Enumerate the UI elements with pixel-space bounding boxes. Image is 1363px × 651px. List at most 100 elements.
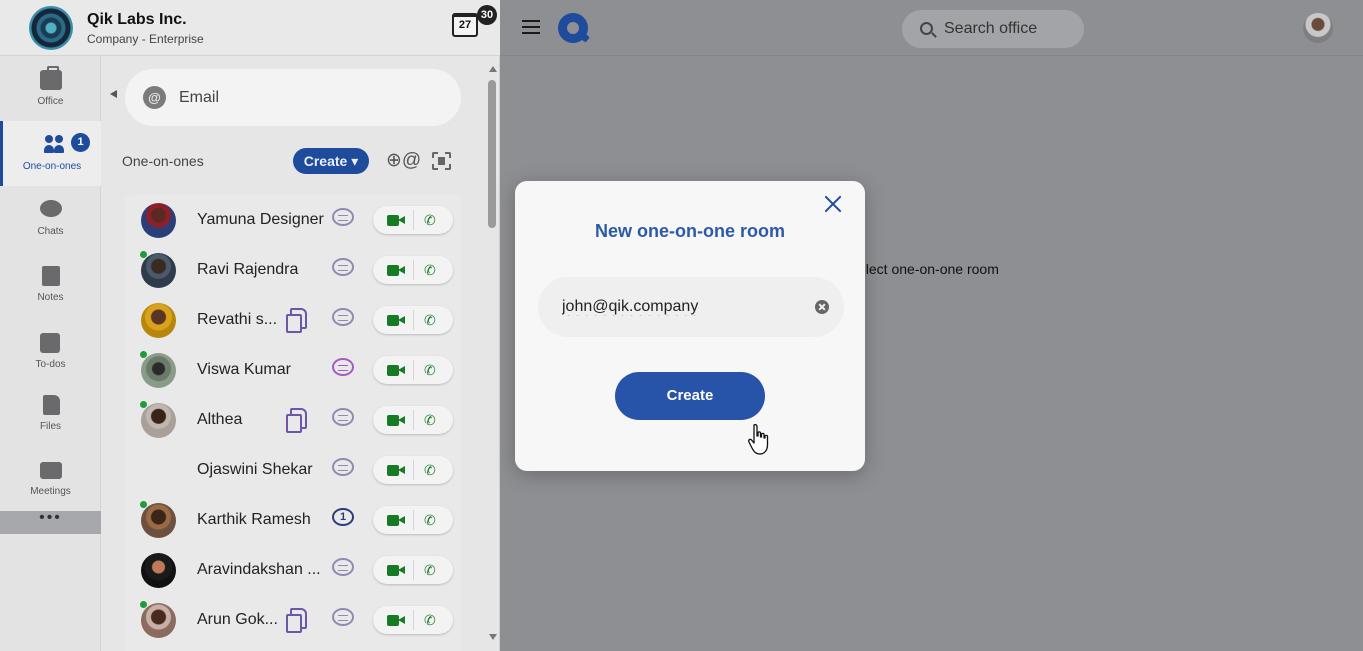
phone-call-icon[interactable]: ✆ xyxy=(424,263,438,277)
contact-row[interactable]: Ravi Rajendra ✆ xyxy=(125,245,461,295)
call-buttons: ✆ xyxy=(373,356,453,384)
notes-icon xyxy=(42,266,60,286)
hamburger-menu-icon[interactable] xyxy=(522,20,540,34)
meetings-icon xyxy=(40,462,62,479)
nav-item-meetings[interactable]: Meetings xyxy=(0,446,101,511)
email-search-input[interactable]: @ Email xyxy=(125,69,461,126)
phone-call-icon[interactable]: ✆ xyxy=(424,513,438,527)
collapse-panel-icon[interactable] xyxy=(110,90,117,98)
section-title: One-on-ones xyxy=(122,153,204,169)
chat-bubble-icon[interactable] xyxy=(332,308,354,326)
nav-item-one-on-ones[interactable]: One-on-ones xyxy=(0,121,101,186)
video-call-icon[interactable] xyxy=(387,365,405,376)
chat-bubble-icon[interactable] xyxy=(332,208,354,226)
nav-item-office[interactable]: Office xyxy=(0,56,101,121)
video-call-icon[interactable] xyxy=(387,215,405,226)
chat-bubble-icon[interactable] xyxy=(332,558,354,576)
nav-label: Notes xyxy=(37,292,64,303)
scroll-down-arrow[interactable] xyxy=(489,634,497,640)
phone-call-icon[interactable]: ✆ xyxy=(424,363,438,377)
contact-row[interactable]: Yamuna Designer ✆ xyxy=(125,195,461,245)
scroll-thumb[interactable] xyxy=(488,80,496,228)
phone-call-icon[interactable]: ✆ xyxy=(424,563,438,577)
chat-bubble-icon[interactable] xyxy=(332,358,354,376)
one-on-ones-panel: @ Email One-on-ones Create ▾ ⊕@ Yamuna D… xyxy=(101,56,485,651)
chat-bubble-icon[interactable] xyxy=(332,608,354,626)
nav-item-todos[interactable]: To-dos xyxy=(0,319,101,384)
scroll-up-arrow[interactable] xyxy=(489,66,497,72)
contact-list: Yamuna Designer ✆ Ravi Rajendra ✆ Revath… xyxy=(125,195,461,651)
contact-name: Ravi Rajendra xyxy=(197,261,299,278)
org-header: Qik Labs Inc. Company - Enterprise 27 30 xyxy=(0,0,500,56)
new-room-dialog: New one-on-one room Create xyxy=(515,181,865,471)
shared-files-icon[interactable] xyxy=(286,608,307,633)
shared-files-icon[interactable] xyxy=(286,308,307,333)
contact-row[interactable]: Karthik Ramesh 1 ✆ xyxy=(125,495,461,545)
nav-more-button[interactable]: ••• xyxy=(0,510,101,534)
create-room-button[interactable]: Create xyxy=(615,372,765,420)
phone-call-icon[interactable]: ✆ xyxy=(424,313,438,327)
nav-item-notes[interactable]: Notes xyxy=(0,252,101,317)
contact-row[interactable]: Viswa Kumar ✆ xyxy=(125,345,461,395)
contact-row[interactable]: Aravindakshan ... ✆ xyxy=(125,545,461,595)
nav-label: To-dos xyxy=(35,359,66,370)
org-plan: Company - Enterprise xyxy=(87,32,204,46)
create-dropdown-button[interactable]: Create ▾ xyxy=(293,148,369,174)
online-status-dot xyxy=(140,401,147,408)
phone-call-icon[interactable]: ✆ xyxy=(424,213,438,227)
search-office-input[interactable]: Search office xyxy=(902,10,1084,48)
clear-input-icon[interactable] xyxy=(815,300,829,314)
online-status-dot xyxy=(140,351,147,358)
contact-row[interactable]: Althea ✆ xyxy=(125,395,461,445)
video-call-icon[interactable] xyxy=(387,565,405,576)
user-avatar[interactable] xyxy=(1303,13,1333,43)
scan-qr-icon[interactable] xyxy=(432,152,451,170)
briefcase-icon xyxy=(40,66,62,90)
email-input[interactable] xyxy=(562,295,802,319)
nav-item-chats[interactable]: Chats xyxy=(0,186,101,251)
email-input-wrapper xyxy=(538,277,844,337)
contact-row[interactable]: Arun Gok... ✆ xyxy=(125,595,461,645)
nav-label: Chats xyxy=(37,226,64,237)
video-call-icon[interactable] xyxy=(387,615,405,626)
contact-avatar xyxy=(141,353,176,388)
video-call-icon[interactable] xyxy=(387,265,405,276)
shared-files-icon[interactable] xyxy=(286,408,307,433)
add-email-icon[interactable]: ⊕@ xyxy=(386,150,421,172)
contact-name: Viswa Kumar xyxy=(197,361,291,378)
calendar-icon[interactable]: 27 xyxy=(452,13,478,37)
video-call-icon[interactable] xyxy=(387,315,405,326)
call-buttons: ✆ xyxy=(373,306,453,334)
at-icon: @ xyxy=(143,86,166,109)
contact-row[interactable]: Revathi s... ✆ xyxy=(125,295,461,345)
chat-bubble-icon[interactable] xyxy=(332,458,354,476)
app-header: Search office xyxy=(501,0,1363,56)
search-placeholder: Search office xyxy=(944,20,1038,37)
chats-unread-badge: 1 xyxy=(71,133,90,152)
hand-cursor-icon xyxy=(748,423,769,455)
chat-bubble-icon[interactable] xyxy=(332,408,354,426)
chat-icon xyxy=(40,200,62,217)
org-logo[interactable] xyxy=(29,6,73,50)
close-icon[interactable] xyxy=(822,193,844,215)
contact-avatar xyxy=(141,253,176,288)
video-call-icon[interactable] xyxy=(387,515,405,526)
chat-bubble-icon[interactable] xyxy=(332,258,354,276)
contact-row[interactable]: Ojaswini Shekar ✆ xyxy=(125,445,461,495)
phone-call-icon[interactable]: ✆ xyxy=(424,613,438,627)
contact-name: Aravindakshan ... xyxy=(197,561,321,578)
contact-name: Arun Gok... xyxy=(197,611,278,628)
video-call-icon[interactable] xyxy=(387,465,405,476)
video-call-icon[interactable] xyxy=(387,415,405,426)
call-buttons: ✆ xyxy=(373,256,453,284)
phone-call-icon[interactable]: ✆ xyxy=(424,463,438,477)
call-buttons: ✆ xyxy=(373,506,453,534)
nav-item-files[interactable]: Files xyxy=(0,381,101,446)
online-status-dot xyxy=(140,251,147,258)
qik-logo-icon[interactable] xyxy=(558,13,588,43)
unread-chat-icon[interactable]: 1 xyxy=(332,508,354,526)
contact-name: Ojaswini Shekar xyxy=(197,461,313,478)
nav-label: Meetings xyxy=(30,486,71,497)
phone-call-icon[interactable]: ✆ xyxy=(424,413,438,427)
list-scrollbar[interactable] xyxy=(485,56,500,651)
